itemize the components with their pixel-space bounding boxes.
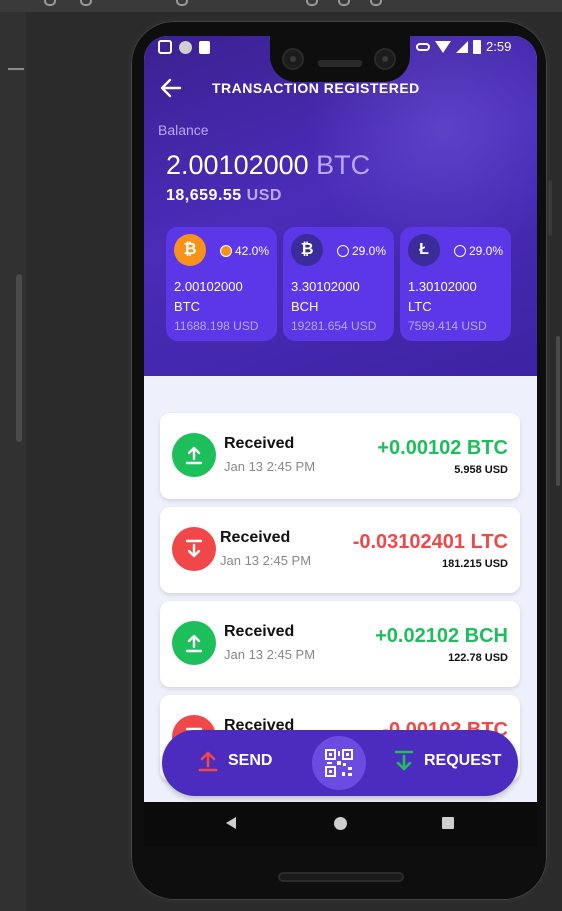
share-ring-icon bbox=[454, 245, 466, 257]
coin-card-1[interactable]: ₿ 29.0% 3.30102000 BCH 19281.654 USD bbox=[283, 227, 394, 341]
coin-percent: 29.0% bbox=[469, 244, 504, 258]
send-label: SEND bbox=[228, 752, 273, 769]
coin-amount: 1.30102000 bbox=[408, 279, 477, 294]
wifi-icon bbox=[435, 40, 451, 53]
coin-usd: 19281.654 USD bbox=[291, 319, 377, 333]
android-nav-bar bbox=[144, 802, 537, 846]
coin-logo-icon: Ł bbox=[408, 234, 440, 266]
transaction-row[interactable]: Received Jan 13 2:45 PM +0.02102 BCH 122.78… bbox=[160, 601, 520, 687]
transaction-usd: 181.215 USD bbox=[441, 558, 508, 570]
toolbar-icon[interactable] bbox=[370, 0, 382, 6]
collapse-icon[interactable] bbox=[8, 68, 24, 70]
transaction-label: Received bbox=[224, 623, 295, 640]
front-camera-icon bbox=[374, 48, 396, 70]
page-title: TRANSACTION REGISTERED bbox=[212, 80, 420, 96]
transaction-label: Received bbox=[220, 529, 291, 546]
transaction-label: Received bbox=[224, 435, 295, 452]
balance-value: 2.00102000 bbox=[166, 150, 309, 180]
transaction-amount: -0.03102401 LTC bbox=[352, 531, 508, 553]
share-ring-icon bbox=[220, 245, 232, 257]
qr-scan-button[interactable] bbox=[312, 736, 366, 790]
balance-currency: BTC bbox=[316, 150, 371, 180]
transaction-date: Jan 13 2:45 PM bbox=[224, 459, 316, 474]
transaction-date: Jan 13 2:45 PM bbox=[220, 553, 312, 568]
coin-symbol: BCH bbox=[291, 299, 319, 314]
coin-card-2[interactable]: Ł 29.0% 1.30102000 LTC 7599.414 USD bbox=[400, 227, 511, 341]
transaction-row[interactable]: Received Jan 13 2:45 PM +0.00102 BTC 5.958 … bbox=[160, 413, 520, 499]
coin-share: 29.0% bbox=[454, 244, 503, 258]
send-button[interactable]: SEND bbox=[198, 750, 272, 772]
ide-scrollbar-right[interactable] bbox=[556, 336, 560, 486]
coin-usd: 11688.198 USD bbox=[174, 319, 259, 333]
bottom-speaker bbox=[278, 872, 404, 882]
front-camera-icon bbox=[282, 48, 304, 70]
balance-amount: 2.00102000 BTC bbox=[166, 150, 370, 181]
app-bar: TRANSACTION REGISTERED bbox=[144, 76, 537, 100]
request-button[interactable]: REQUEST bbox=[394, 750, 501, 772]
ide-toolbar bbox=[0, 0, 562, 12]
toolbar-icon[interactable] bbox=[176, 0, 188, 6]
vpn-key-icon bbox=[416, 42, 430, 51]
coin-percent: 42.0% bbox=[235, 244, 270, 258]
signal-icon bbox=[456, 40, 468, 53]
download-arrow-icon bbox=[172, 527, 216, 571]
coin-share: 42.0% bbox=[220, 244, 269, 258]
request-label: REQUEST bbox=[424, 752, 502, 769]
toolbar-icon[interactable] bbox=[338, 0, 350, 6]
coin-symbol: BTC bbox=[174, 299, 200, 314]
nav-home-icon[interactable] bbox=[334, 817, 347, 830]
qr-code-icon bbox=[325, 749, 353, 777]
notification-icon bbox=[158, 40, 172, 54]
battery-icon bbox=[473, 39, 481, 54]
power-button[interactable] bbox=[548, 180, 552, 236]
balance-label: Balance bbox=[158, 122, 209, 138]
balance-usd: 18,659.55 USD bbox=[166, 187, 282, 205]
app-screen: 2:59 TRANSACTION REGISTERED Balance 2.00… bbox=[144, 36, 537, 802]
nav-back-icon[interactable] bbox=[226, 817, 236, 829]
sd-card-icon bbox=[199, 40, 210, 54]
coin-share: 29.0% bbox=[337, 244, 386, 258]
toolbar-icon[interactable] bbox=[306, 0, 318, 6]
coin-card-0[interactable]: ₿ 42.0% 2.00102000 BTC 11688.198 USD bbox=[166, 227, 277, 341]
toolbar-icon[interactable] bbox=[44, 0, 56, 6]
ide-side-panel bbox=[0, 12, 26, 911]
coin-cards: ₿ 42.0% 2.00102000 BTC 11688.198 USD ₿ 29.0% 3.… bbox=[166, 227, 511, 341]
upload-arrow-icon bbox=[172, 433, 216, 477]
nav-recents-icon[interactable] bbox=[442, 817, 454, 829]
balance-usd-unit: USD bbox=[246, 187, 282, 204]
transaction-amount: +0.02102 BCH bbox=[375, 625, 508, 647]
coin-percent: 29.0% bbox=[352, 244, 387, 258]
status-notifications bbox=[158, 40, 210, 54]
earpiece bbox=[318, 60, 362, 67]
coin-usd: 7599.414 USD bbox=[408, 319, 487, 333]
action-bar: SEND REQUEST bbox=[162, 730, 518, 796]
send-arrow-icon bbox=[198, 751, 218, 772]
upload-arrow-icon bbox=[172, 621, 216, 665]
share-ring-icon bbox=[337, 245, 349, 257]
back-arrow-icon[interactable] bbox=[160, 78, 182, 98]
coin-logo-icon: ₿ bbox=[291, 234, 323, 266]
transaction-row[interactable]: Received Jan 13 2:45 PM -0.03102401 LTC 181… bbox=[160, 507, 520, 593]
ide-scrollbar[interactable] bbox=[16, 274, 22, 442]
status-indicators: 2:59 bbox=[416, 39, 511, 54]
transaction-usd: 5.958 USD bbox=[454, 464, 508, 476]
coin-logo-icon: ₿ bbox=[174, 234, 206, 266]
notification-icon bbox=[179, 40, 192, 54]
transaction-date: Jan 13 2:45 PM bbox=[224, 647, 316, 662]
transaction-amount: +0.00102 BTC bbox=[377, 437, 508, 459]
balance-usd-value: 18,659.55 bbox=[166, 187, 242, 204]
request-arrow-icon bbox=[394, 750, 414, 771]
transaction-usd: 122.78 USD bbox=[448, 652, 508, 664]
coin-amount: 3.30102000 bbox=[291, 279, 360, 294]
toolbar-icon[interactable] bbox=[80, 0, 92, 6]
coin-symbol: LTC bbox=[408, 299, 432, 314]
status-time: 2:59 bbox=[486, 39, 512, 54]
coin-amount: 2.00102000 bbox=[174, 279, 243, 294]
